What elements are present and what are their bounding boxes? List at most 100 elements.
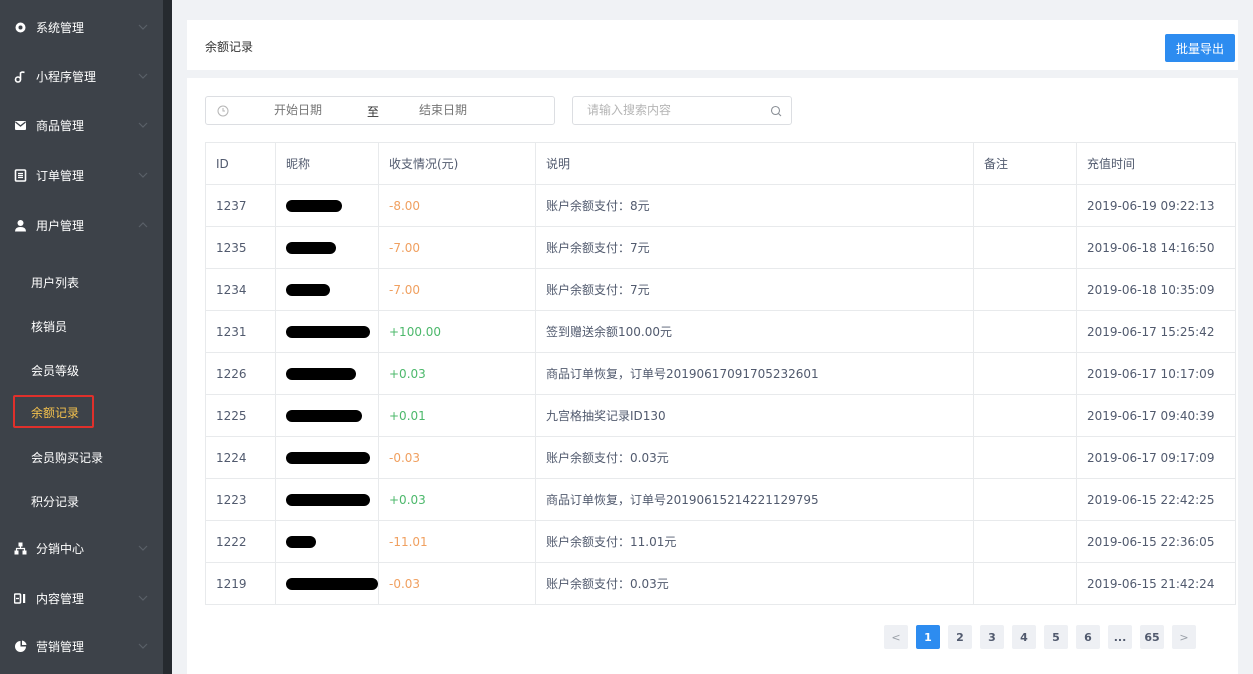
envelope-icon <box>13 118 27 132</box>
cell-id: 1234 <box>205 268 276 311</box>
balance-records-table: ID 昵称 收支情况(元) 说明 备注 充值时间 1237 -8.00 账户余额支付… <box>205 142 1236 605</box>
redacted-nickname <box>286 536 316 548</box>
sidebar-item-label: 商品管理 <box>36 118 85 133</box>
cell-amount: -7.00 <box>378 268 536 311</box>
cell-nickname <box>275 436 379 479</box>
active-highlight-box <box>13 395 94 428</box>
sidebar-item-label: 系统管理 <box>36 20 85 35</box>
music-note-icon <box>13 69 27 83</box>
table-row: 1237 -8.00 账户余额支付：8元 2019-06-19 09:22:13 <box>205 184 1236 227</box>
redacted-nickname <box>286 200 342 212</box>
pagination-next-button[interactable]: > <box>1172 625 1196 649</box>
sidebar-subitem-member-level[interactable]: 会员等级 <box>0 350 163 390</box>
cell-note <box>973 310 1077 353</box>
gear-icon <box>13 20 27 34</box>
sidebar-subitem-user-list[interactable]: 用户列表 <box>0 262 163 302</box>
cell-nickname <box>275 520 379 563</box>
redacted-nickname <box>286 284 330 296</box>
cell-id: 1231 <box>205 310 276 353</box>
sidebar-item-content[interactable]: 内容管理 <box>0 574 163 622</box>
content-icon <box>13 591 27 605</box>
pagination-prev-button[interactable]: < <box>884 625 908 649</box>
user-icon <box>13 218 27 232</box>
sidebar-item-miniprogram[interactable]: 小程序管理 <box>0 52 163 100</box>
redacted-nickname <box>286 452 370 464</box>
sidebar-item-label: 小程序管理 <box>36 69 97 84</box>
sidebar-item-goods[interactable]: 商品管理 <box>0 101 163 149</box>
sidebar-item-distribution[interactable]: 分销中心 <box>0 524 163 572</box>
pagination-page-5[interactable]: 5 <box>1044 625 1068 649</box>
search-input[interactable] <box>587 103 757 117</box>
cell-nickname <box>275 310 379 353</box>
cell-description: 账户余额支付：7元 <box>535 226 974 269</box>
redacted-nickname <box>286 410 362 422</box>
sidebar-item-label: 分销中心 <box>36 541 85 556</box>
sidebar-item-label: 内容管理 <box>36 591 85 606</box>
pagination-page-1[interactable]: 1 <box>916 625 940 649</box>
sidebar-item-orders[interactable]: 订单管理 <box>0 151 163 199</box>
sidebar-item-system[interactable]: 系统管理 <box>0 3 163 51</box>
cell-amount: +0.03 <box>378 352 536 395</box>
column-header-time: 充值时间 <box>1076 142 1236 185</box>
cell-description: 账户余额支付：7元 <box>535 268 974 311</box>
cell-time: 2019-06-15 22:42:25 <box>1076 478 1236 521</box>
sidebar-subitem-points-records[interactable]: 积分记录 <box>0 481 163 521</box>
pagination-page-2[interactable]: 2 <box>948 625 972 649</box>
pagination-page-65[interactable]: 65 <box>1140 625 1164 649</box>
date-separator: 至 <box>367 105 380 119</box>
cell-note <box>973 520 1077 563</box>
cell-id: 1224 <box>205 436 276 479</box>
sidebar-item-label: 用户管理 <box>36 218 85 233</box>
cell-nickname <box>275 562 379 605</box>
sidebar-item-users[interactable]: 用户管理 <box>0 201 163 249</box>
column-header-id: ID <box>205 142 276 185</box>
cell-amount: -0.03 <box>378 436 536 479</box>
sidebar: 系统管理 小程序管理 商品管理 订单管理 用户管理 用户列表 核销员 会员等级 … <box>0 0 163 674</box>
cell-amount: -8.00 <box>378 184 536 227</box>
cell-note <box>973 226 1077 269</box>
pagination-page-6[interactable]: 6 <box>1076 625 1100 649</box>
chevron-down-icon <box>138 73 148 79</box>
pagination-page-3[interactable]: 3 <box>980 625 1004 649</box>
date-range-picker[interactable]: 至 <box>205 96 555 125</box>
cell-amount: -0.03 <box>378 562 536 605</box>
marketing-icon <box>13 639 27 653</box>
sidebar-item-marketing[interactable]: 营销管理 <box>0 622 163 670</box>
cell-amount: +100.00 <box>378 310 536 353</box>
search-icon[interactable] <box>770 105 782 117</box>
sidebar-subitem-member-purchases[interactable]: 会员购买记录 <box>0 437 163 477</box>
cell-time: 2019-06-17 09:40:39 <box>1076 394 1236 437</box>
cell-note <box>973 436 1077 479</box>
cell-note <box>973 268 1077 311</box>
cell-time: 2019-06-17 09:17:09 <box>1076 436 1236 479</box>
cell-id: 1223 <box>205 478 276 521</box>
chevron-down-icon <box>138 122 148 128</box>
cell-note <box>973 184 1077 227</box>
cell-note <box>973 478 1077 521</box>
table-row: 1234 -7.00 账户余额支付：7元 2019-06-18 10:35:09 <box>205 268 1236 311</box>
cell-id: 1222 <box>205 520 276 563</box>
clock-icon <box>217 105 229 117</box>
cell-amount: +0.01 <box>378 394 536 437</box>
cell-amount: -7.00 <box>378 226 536 269</box>
end-date-input[interactable] <box>419 103 509 117</box>
table-row: 1235 -7.00 账户余额支付：7元 2019-06-18 14:16:50 <box>205 226 1236 269</box>
pagination-ellipsis[interactable]: ... <box>1108 625 1132 649</box>
sidebar-subitem-verifier[interactable]: 核销员 <box>0 306 163 346</box>
pagination-page-4[interactable]: 4 <box>1012 625 1036 649</box>
start-date-input[interactable] <box>274 103 364 117</box>
cell-id: 1226 <box>205 352 276 395</box>
cell-description: 九宫格抽奖记录ID130 <box>535 394 974 437</box>
batch-export-button[interactable]: 批量导出 <box>1165 34 1235 62</box>
chevron-down-icon <box>138 545 148 551</box>
chevron-down-icon <box>138 595 148 601</box>
table-row: 1231 +100.00 签到赠送余额100.00元 2019-06-17 15:25… <box>205 310 1236 353</box>
cell-amount: +0.03 <box>378 478 536 521</box>
cell-note <box>973 394 1077 437</box>
cell-note <box>973 352 1077 395</box>
cell-amount: -11.01 <box>378 520 536 563</box>
table-row: 1224 -0.03 账户余额支付：0.03元 2019-06-17 09:17:09 <box>205 436 1236 479</box>
cell-description: 账户余额支付：0.03元 <box>535 436 974 479</box>
pagination: < 1 2 3 4 5 6 ... 65 > <box>884 625 1204 649</box>
cell-time: 2019-06-18 10:35:09 <box>1076 268 1236 311</box>
